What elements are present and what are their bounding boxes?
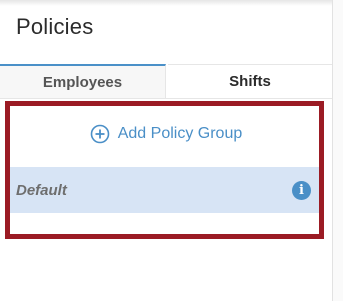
page-title: Policies: [16, 14, 94, 39]
top-shadow: [0, 0, 343, 6]
tab-bar: Employees Shifts: [0, 64, 332, 99]
policies-panel: Policies Employees Shifts Add Policy Gro…: [0, 0, 343, 301]
highlight-annotation-box: [5, 101, 324, 239]
tab-employees[interactable]: Employees: [0, 64, 166, 98]
tab-employees-label: Employees: [42, 73, 123, 91]
tab-shifts[interactable]: Shifts: [168, 64, 332, 98]
adjacent-panel-edge: [333, 0, 343, 301]
tab-shifts-label: Shifts: [229, 73, 271, 90]
